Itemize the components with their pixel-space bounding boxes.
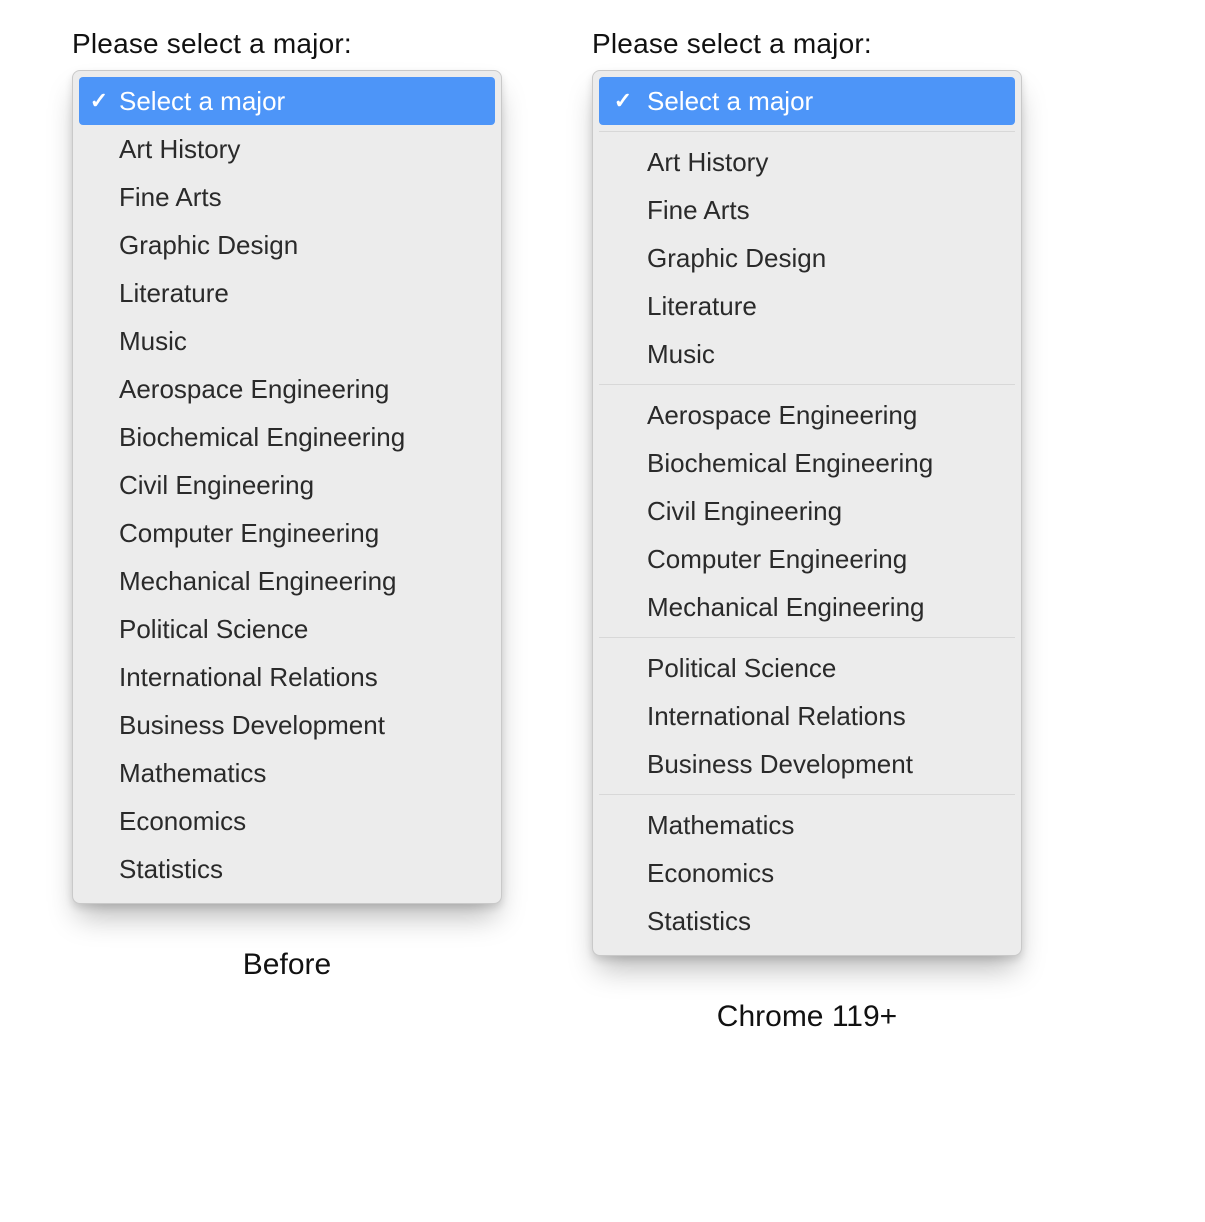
option-item[interactable]: ✓Fine Arts xyxy=(599,186,1015,234)
option-item[interactable]: ✓Aerospace Engineering xyxy=(79,365,495,413)
major-select-menu-before[interactable]: ✓ Select a major ✓Art History✓Fine Arts✓Gr… xyxy=(72,70,502,904)
option-item[interactable]: ✓Mechanical Engineering xyxy=(599,583,1015,631)
option-label: Select a major xyxy=(119,86,483,117)
option-label: Economics xyxy=(647,858,1003,889)
option-label: International Relations xyxy=(119,662,483,693)
option-label: Art History xyxy=(647,147,1003,178)
option-label: Computer Engineering xyxy=(119,518,483,549)
option-group: ✓Art History✓Fine Arts✓Graphic Design✓Li… xyxy=(599,131,1015,378)
option-label: Statistics xyxy=(647,906,1003,937)
option-label: Aerospace Engineering xyxy=(119,374,483,405)
option-label: Music xyxy=(119,326,483,357)
option-item[interactable]: ✓Art History xyxy=(79,125,495,173)
option-item[interactable]: ✓Graphic Design xyxy=(599,234,1015,282)
option-label: Civil Engineering xyxy=(119,470,483,501)
option-label: Art History xyxy=(119,134,483,165)
option-item[interactable]: ✓Economics xyxy=(79,797,495,845)
option-label: Mathematics xyxy=(119,758,483,789)
option-label: Graphic Design xyxy=(647,243,1003,274)
checkmark-icon: ✓ xyxy=(609,88,637,114)
after-column: Please select a major: ✓ Select a major ✓A… xyxy=(592,28,1022,1034)
option-label: Fine Arts xyxy=(647,195,1003,226)
caption-after: Chrome 119+ xyxy=(717,1000,897,1034)
option-group: ✓Mathematics✓Economics✓Statistics xyxy=(599,794,1015,945)
option-label: Mathematics xyxy=(647,810,1003,841)
option-item[interactable]: ✓Computer Engineering xyxy=(79,509,495,557)
option-label: Fine Arts xyxy=(119,182,483,213)
option-item[interactable]: ✓Mathematics xyxy=(599,801,1015,849)
option-item[interactable]: ✓Biochemical Engineering xyxy=(79,413,495,461)
option-group: ✓Aerospace Engineering✓Biochemical Engin… xyxy=(599,384,1015,631)
option-label: Biochemical Engineering xyxy=(119,422,483,453)
option-item[interactable]: ✓Literature xyxy=(79,269,495,317)
option-item[interactable]: ✓Mathematics xyxy=(79,749,495,797)
option-item[interactable]: ✓International Relations xyxy=(599,692,1015,740)
option-group: ✓Political Science✓International Relatio… xyxy=(599,637,1015,788)
option-item[interactable]: ✓Business Development xyxy=(79,701,495,749)
option-label: Political Science xyxy=(647,653,1003,684)
option-label: Aerospace Engineering xyxy=(647,400,1003,431)
comparison-stage: Please select a major: ✓Select a major✓A… xyxy=(0,0,1205,1094)
option-label: Statistics xyxy=(119,854,483,885)
option-item[interactable]: ✓Fine Arts xyxy=(79,173,495,221)
option-label: Literature xyxy=(119,278,483,309)
option-label: Select a major xyxy=(647,86,1003,117)
option-label: Civil Engineering xyxy=(647,496,1003,527)
option-item[interactable]: ✓Biochemical Engineering xyxy=(599,439,1015,487)
option-label: Music xyxy=(647,339,1003,370)
option-item[interactable]: ✓Economics xyxy=(599,849,1015,897)
option-label: International Relations xyxy=(647,701,1003,732)
option-item[interactable]: ✓Business Development xyxy=(599,740,1015,788)
option-item[interactable]: ✓Civil Engineering xyxy=(599,487,1015,535)
option-item[interactable]: ✓Graphic Design xyxy=(79,221,495,269)
option-label: Computer Engineering xyxy=(647,544,1003,575)
option-item[interactable]: ✓Political Science xyxy=(599,644,1015,692)
option-item[interactable]: ✓Literature xyxy=(599,282,1015,330)
option-label: Mechanical Engineering xyxy=(647,592,1003,623)
prompt-label-before: Please select a major: xyxy=(72,28,352,60)
option-label: Business Development xyxy=(647,749,1003,780)
option-label: Business Development xyxy=(119,710,483,741)
option-item[interactable]: ✓Civil Engineering xyxy=(79,461,495,509)
option-item[interactable]: ✓Mechanical Engineering xyxy=(79,557,495,605)
option-item[interactable]: ✓Statistics xyxy=(79,845,495,893)
option-item[interactable]: ✓Music xyxy=(599,330,1015,378)
option-item[interactable]: ✓Aerospace Engineering xyxy=(599,391,1015,439)
checkmark-icon: ✓ xyxy=(89,88,109,114)
before-column: Please select a major: ✓ Select a major ✓A… xyxy=(72,28,502,982)
option-label: Political Science xyxy=(119,614,483,645)
option-item[interactable]: ✓International Relations xyxy=(79,653,495,701)
major-select-menu-after[interactable]: ✓ Select a major ✓Art History✓Fine Arts✓Gr… xyxy=(592,70,1022,956)
option-item[interactable]: ✓Art History xyxy=(599,138,1015,186)
option-item[interactable]: ✓Political Science xyxy=(79,605,495,653)
option-label: Biochemical Engineering xyxy=(647,448,1003,479)
option-placeholder[interactable]: ✓ Select a major xyxy=(599,77,1015,125)
option-placeholder[interactable]: ✓ Select a major xyxy=(79,77,495,125)
option-item[interactable]: ✓Computer Engineering xyxy=(599,535,1015,583)
caption-before: Before xyxy=(243,948,331,982)
option-label: Mechanical Engineering xyxy=(119,566,483,597)
option-label: Economics xyxy=(119,806,483,837)
option-item[interactable]: ✓Statistics xyxy=(599,897,1015,945)
option-label: Literature xyxy=(647,291,1003,322)
prompt-label-after: Please select a major: xyxy=(592,28,872,60)
option-item[interactable]: ✓Music xyxy=(79,317,495,365)
option-label: Graphic Design xyxy=(119,230,483,261)
